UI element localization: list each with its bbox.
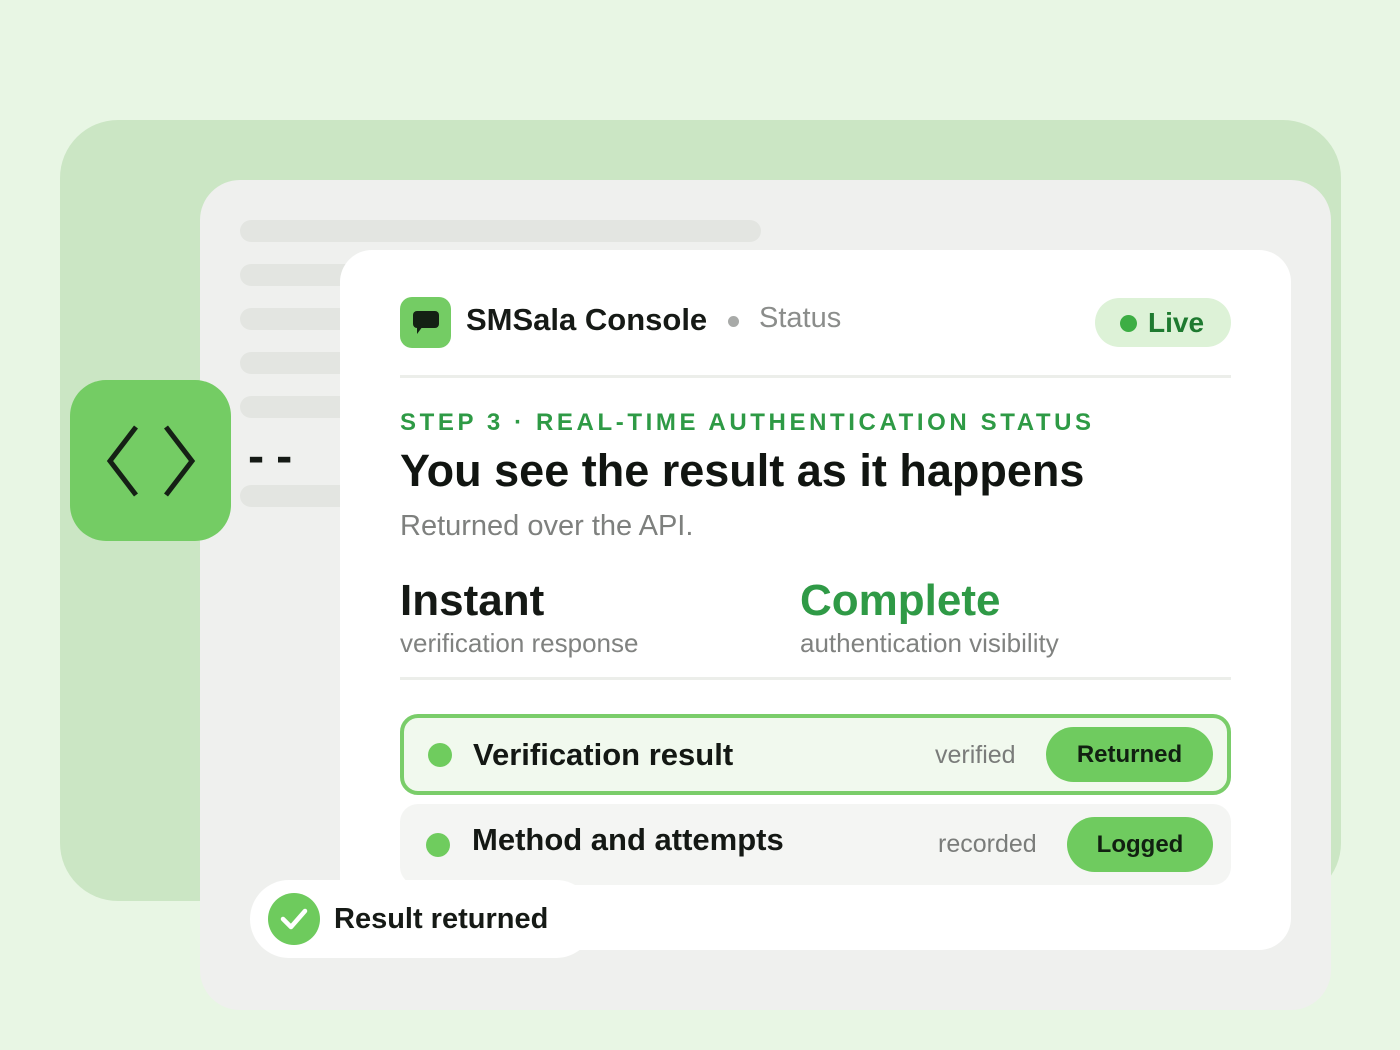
step-eyebrow: STEP 3 · REAL-TIME AUTHENTICATION STATUS <box>400 409 1095 436</box>
row-title: Verification result <box>473 737 734 772</box>
stat-caption-instant: verification response <box>400 628 639 658</box>
row-meta: recorded <box>938 830 1037 858</box>
stats-divider <box>400 677 1231 680</box>
section-label: Status <box>759 302 842 334</box>
code-tile <box>70 380 231 541</box>
result-row-verification[interactable]: Verification result verified Returned <box>400 714 1231 795</box>
logged-badge: Logged <box>1067 817 1213 872</box>
separator-dot <box>728 316 739 327</box>
returned-badge: Returned <box>1046 727 1213 782</box>
result-toast: Result returned <box>250 880 595 958</box>
app-logo <box>400 297 451 348</box>
live-label: Live <box>1148 307 1205 338</box>
toast-check-badge <box>268 893 320 945</box>
row-status-dot <box>426 833 450 857</box>
skeleton-line <box>240 220 761 242</box>
live-indicator-dot <box>1120 315 1137 332</box>
app-name: SMSala Console <box>466 302 708 337</box>
page-title: You see the result as it happens <box>400 445 1085 496</box>
live-badge: Live <box>1095 298 1231 347</box>
toast-label: Result returned <box>334 903 549 935</box>
code-brackets-icon <box>106 424 195 497</box>
status-card: SMSala Console Status Live STEP 3 · REAL… <box>340 250 1291 950</box>
chat-bubble-icon <box>412 310 439 334</box>
check-icon <box>280 908 308 930</box>
row-status-dot <box>428 743 452 767</box>
code-dashes: -- <box>244 435 301 481</box>
result-row-method[interactable]: Method and attempts recorded Logged <box>400 804 1231 885</box>
stat-caption-complete: authentication visibility <box>800 628 1059 658</box>
header-divider <box>400 375 1231 378</box>
row-title: Method and attempts <box>472 822 784 857</box>
stat-value-instant: Instant <box>400 576 545 625</box>
page-subtitle: Returned over the API. <box>400 510 694 542</box>
stat-value-complete: Complete <box>800 576 1001 625</box>
row-meta: verified <box>935 741 1016 769</box>
